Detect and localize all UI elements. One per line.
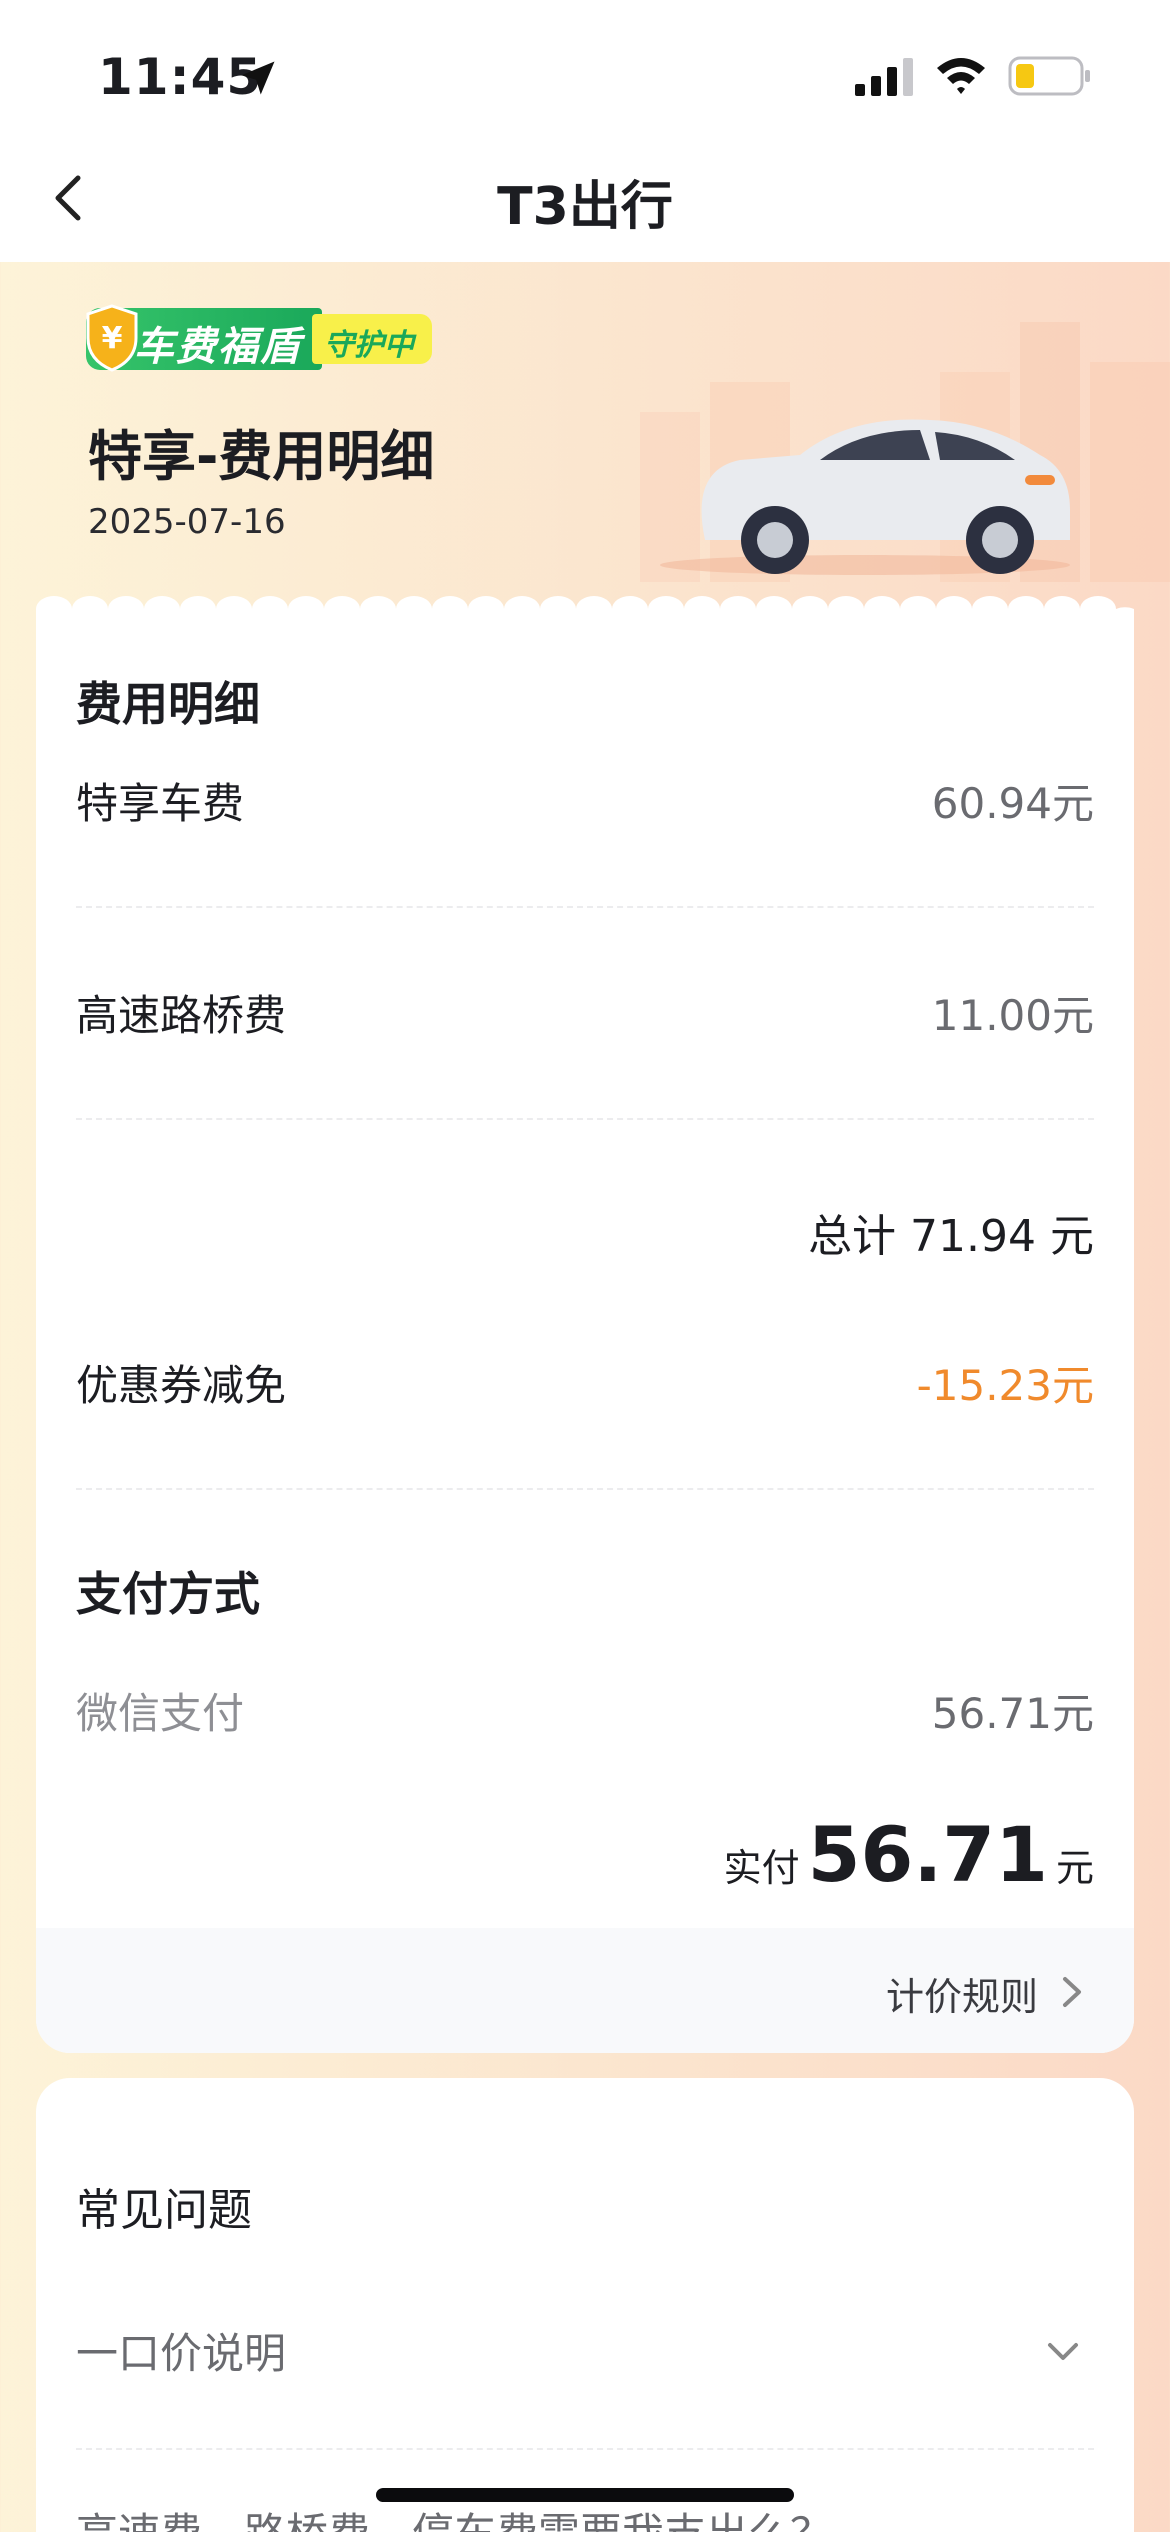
fee-item-label: 高速路桥费 xyxy=(76,991,287,1040)
divider xyxy=(76,906,1094,908)
amount-paid-unit: 元 xyxy=(1055,1846,1094,1890)
amount-paid-label: 实付 xyxy=(723,1846,800,1890)
chevron-down-icon[interactable] xyxy=(1046,2340,1080,2364)
divider xyxy=(76,1118,1094,1120)
amount-paid-value: 56.71 xyxy=(807,1810,1048,1899)
svg-text:¥: ¥ xyxy=(102,321,123,356)
trip-date: 2025-07-16 xyxy=(88,502,286,542)
pricing-rules-link[interactable]: 计价规则 xyxy=(36,1928,1134,2053)
discount-label: 优惠券减免 xyxy=(76,1361,287,1410)
fee-item-value: 11.00元 xyxy=(931,991,1094,1040)
divider xyxy=(76,2448,1094,2450)
battery-icon xyxy=(1008,56,1090,96)
car-illustration xyxy=(660,419,1070,575)
badge-text: 车费福盾 xyxy=(134,324,302,370)
fee-item-label: 特享车费 xyxy=(76,779,245,828)
nav-title: T3出行 xyxy=(497,177,673,237)
payment-method-label: 微信支付 xyxy=(76,1689,245,1738)
faq-item[interactable]: 高速费、路桥费、停车费需要我支出么？ xyxy=(76,2500,832,2532)
fee-item-value: 60.94元 xyxy=(931,779,1094,828)
shield-icon: ¥ xyxy=(86,304,138,372)
payment-method-title: 支付方式 xyxy=(76,1567,260,1621)
fee-detail-card: 费用明细 特享车费 60.94元 高速路桥费 11.00元 总计 71.94 元… xyxy=(36,610,1134,2053)
fee-shield-badge: ¥ 车费福盾 守护中 xyxy=(86,304,432,372)
payment-method-value: 56.71元 xyxy=(931,1689,1094,1738)
fee-details-title: 费用明细 xyxy=(76,677,260,731)
chevron-right-icon xyxy=(1063,1977,1081,2007)
wifi-icon xyxy=(937,58,985,94)
page-title: 特享-费用明细 xyxy=(88,425,435,488)
badge-status: 守护中 xyxy=(324,328,414,363)
pricing-rules-label: 计价规则 xyxy=(885,1975,1038,2019)
fee-total: 总计 71.94 元 xyxy=(808,1211,1094,1262)
divider xyxy=(76,1488,1094,1490)
cellular-signal-icon xyxy=(855,58,913,96)
discount-value: -15.23元 xyxy=(916,1361,1094,1410)
location-arrow-icon xyxy=(241,61,275,95)
faq-item[interactable]: 一口价说明 xyxy=(76,2320,286,2381)
home-indicator xyxy=(376,2488,794,2502)
faq-title: 常见问题 xyxy=(76,2185,252,2236)
amount-paid: 实付 56.71 元 xyxy=(724,1810,1094,1900)
faq-card: 常见问题 一口价说明 高速费、路桥费、停车费需要我支出么？ xyxy=(36,2078,1134,2532)
top-bar: 11:45 T3出行 xyxy=(0,0,1170,262)
